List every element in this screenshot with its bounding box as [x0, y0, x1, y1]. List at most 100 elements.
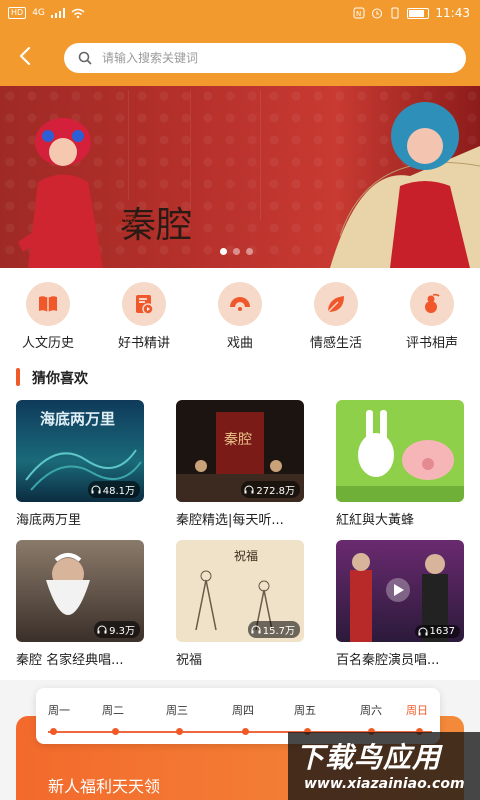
- card-title: 祝福: [176, 653, 203, 668]
- play-count: 272.8万: [256, 486, 295, 497]
- card-title: 百名秦腔演员唱...: [336, 653, 440, 668]
- play-count: 48.1万: [102, 486, 135, 497]
- category-humanities-history[interactable]: 人文历史: [3, 282, 93, 356]
- category-good-books[interactable]: 好书精讲: [99, 282, 189, 356]
- weekday-tab-sat[interactable]: 周六: [360, 702, 382, 718]
- category-label: 好书精讲: [117, 336, 170, 351]
- category-icon-bg: [218, 282, 262, 326]
- play-count-badge: 15.7万: [247, 621, 300, 638]
- category-label: 人文历史: [21, 336, 74, 351]
- banner-subtitle: 陕西: [112, 214, 137, 228]
- search-bar[interactable]: [64, 43, 466, 73]
- book-icon: [39, 296, 57, 312]
- leaf-icon: [327, 296, 344, 313]
- opera-performer-left: [18, 118, 103, 268]
- play-count: 9.3万: [109, 626, 135, 637]
- battery-icon: [407, 7, 430, 19]
- gourd-icon: [425, 293, 440, 313]
- headphones-icon: [251, 625, 261, 634]
- network-badge: HD: [8, 7, 27, 19]
- card-thumbnail: 祝福 15.7万: [176, 540, 304, 642]
- search-icon: [78, 51, 92, 65]
- card-title: 紅紅與大黃蜂: [336, 513, 415, 528]
- svg-text:秦腔: 秦腔: [224, 432, 252, 448]
- category-label: 评书相声: [405, 336, 458, 351]
- carousel-dot[interactable]: [246, 248, 253, 255]
- play-count-badge: 48.1万: [87, 481, 140, 498]
- category-label: 情感生活: [309, 336, 362, 351]
- section-accent-bar: [16, 368, 20, 386]
- headphones-icon: [97, 625, 107, 634]
- category-emotional-life[interactable]: 情感生活: [291, 282, 381, 356]
- weekday-tab-mon[interactable]: 周一: [48, 702, 70, 718]
- play-count-badge: 272.8万: [241, 481, 300, 498]
- card-title: 秦腔精选|每天听...: [176, 513, 284, 528]
- card-thumbnail: 9.3万: [16, 540, 144, 642]
- svg-text:海底两万里: 海底两万里: [40, 410, 115, 428]
- signal-icon: [50, 8, 65, 18]
- recommend-card[interactable]: 祝福 15.7万 祝福: [176, 540, 304, 668]
- play-count-badge: 9.3万: [94, 621, 140, 638]
- watermark-title: 下载鸟应用: [296, 741, 442, 774]
- search-input[interactable]: [102, 51, 422, 65]
- banner-calligraphy-3: [190, 90, 191, 210]
- banner-carousel[interactable]: 陕西 秦腔: [0, 86, 480, 268]
- alarm-icon: [372, 8, 383, 19]
- section-title: 猜你喜欢: [32, 371, 88, 387]
- category-icon-bg: [122, 282, 166, 326]
- category-icon-bg: [26, 282, 70, 326]
- vibrate-icon: [391, 7, 399, 19]
- card-title: 秦腔 名家经典唱...: [16, 653, 124, 668]
- category-storytelling-comedy[interactable]: 评书相声: [387, 282, 477, 356]
- weekday-tab-wed[interactable]: 周三: [166, 702, 188, 718]
- category-icon-bg: [410, 282, 454, 326]
- carousel-dots: [220, 248, 253, 255]
- recommend-card[interactable]: 秦腔 272.8万 秦腔精选|每天听...: [176, 400, 304, 528]
- category-icon-bg: [314, 282, 358, 326]
- card-title: 海底两万里: [16, 513, 82, 528]
- card-thumbnail: 海底两万里 48.1万: [16, 400, 144, 502]
- weekday-tab-fri[interactable]: 周五: [294, 702, 316, 718]
- status-time: 11:43: [435, 6, 470, 20]
- timeline-dot: [242, 728, 249, 735]
- timeline-dot: [112, 728, 119, 735]
- section-header-recommend: 猜你喜欢: [0, 356, 480, 398]
- play-count: 15.7万: [262, 626, 295, 637]
- signal-label: 4G: [32, 8, 45, 18]
- top-header: HD 4G N 11:43: [0, 0, 480, 86]
- svg-text:N: N: [356, 10, 361, 18]
- recommend-card[interactable]: 海底两万里 48.1万 海底两万里: [16, 400, 144, 528]
- site-watermark: 下载鸟应用 www.xiazainiao.com: [288, 732, 480, 800]
- card-thumbnail: [336, 400, 464, 502]
- promo-text: 新人福利天天领: [48, 777, 161, 796]
- status-bar: HD 4G N 11:43: [0, 0, 480, 28]
- headphones-icon: [91, 485, 101, 494]
- timeline-dot: [50, 728, 57, 735]
- card-thumbnail: 秦腔 272.8万: [176, 400, 304, 502]
- carousel-dot[interactable]: [220, 248, 227, 255]
- category-opera[interactable]: 戏曲: [195, 282, 285, 356]
- category-row: 人文历史 好书精讲 戏曲 情感生活 评书相声: [0, 268, 480, 356]
- recommend-card[interactable]: 紅紅與大黃蜂: [336, 400, 464, 528]
- card-thumbnail: 1637: [336, 540, 464, 642]
- headphones-icon: [244, 485, 254, 494]
- category-label: 戏曲: [226, 336, 253, 351]
- weekday-tab-sun[interactable]: 周日: [406, 702, 428, 718]
- timeline-dot: [176, 728, 183, 735]
- recommend-card[interactable]: 9.3万 秦腔 名家经典唱...: [16, 540, 144, 668]
- banner-calligraphy-2: [128, 90, 129, 200]
- play-count-badge: 1637: [414, 625, 460, 638]
- wifi-icon: [71, 8, 85, 18]
- carousel-dot[interactable]: [233, 248, 240, 255]
- recommend-card[interactable]: 1637 百名秦腔演员唱...: [336, 540, 464, 668]
- weekday-tab-tue[interactable]: 周二: [102, 702, 124, 718]
- play-doc-icon: [136, 295, 154, 315]
- headphones-icon: [418, 627, 428, 636]
- weekday-tab-thu[interactable]: 周四: [232, 702, 254, 718]
- recommend-grid: 海底两万里 48.1万 海底两万里 秦腔 272.8万 秦腔精选|每天听... …: [0, 398, 480, 680]
- opera-performer-right: [330, 102, 480, 268]
- cartoon-artwork: [336, 410, 464, 502]
- svg-text:祝福: 祝福: [234, 548, 258, 563]
- back-arrow-icon[interactable]: [14, 44, 38, 68]
- fan-icon: [230, 297, 250, 311]
